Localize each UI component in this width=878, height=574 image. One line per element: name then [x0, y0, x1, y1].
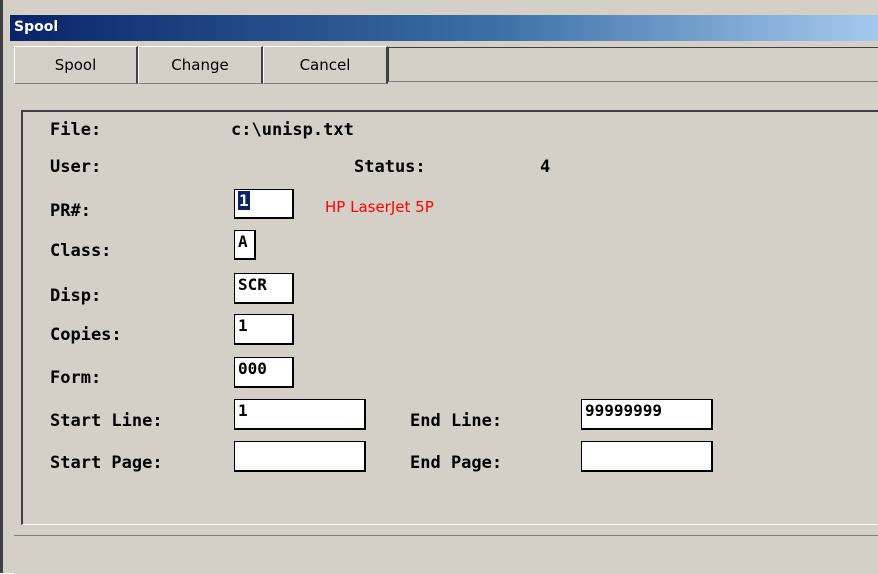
disp-label: Disp:: [50, 286, 102, 306]
window-title: Spool: [14, 19, 59, 35]
status-label: Status:: [354, 157, 426, 177]
disp-input[interactable]: SCR: [234, 273, 294, 304]
tab-spacer: [14, 84, 878, 110]
form-label: Form:: [50, 368, 102, 388]
copies-input[interactable]: 1: [234, 314, 294, 345]
tab-spool[interactable]: Spool: [14, 46, 138, 84]
pr-label: PR#:: [50, 201, 91, 221]
tab-bar: Spool Change Cancel: [14, 46, 878, 84]
tab-change[interactable]: Change: [138, 46, 263, 84]
pr-value: 1: [238, 191, 250, 210]
title-bar[interactable]: Spool: [10, 15, 878, 41]
file-value: c:\unisp.txt: [231, 120, 354, 140]
start-line-label: Start Line:: [50, 411, 163, 431]
start-page-input[interactable]: [234, 441, 366, 472]
spool-window: Spool Spool Change Cancel File: c:\unisp…: [0, 0, 878, 574]
class-label: Class:: [50, 241, 112, 261]
end-line-label: End Line:: [410, 411, 503, 431]
tab-bar-filler: [388, 47, 878, 82]
status-bar: [14, 535, 878, 574]
end-line-input[interactable]: 99999999: [581, 399, 713, 430]
form-input[interactable]: 000: [234, 357, 294, 388]
tab-cancel[interactable]: Cancel: [263, 46, 388, 84]
file-label: File:: [50, 120, 102, 140]
class-input[interactable]: A: [234, 230, 256, 260]
start-line-input[interactable]: 1: [234, 399, 366, 430]
printer-name: HP LaserJet 5P: [325, 198, 434, 216]
start-page-label: Start Page:: [50, 453, 163, 473]
user-label: User:: [50, 157, 102, 177]
copies-label: Copies:: [50, 325, 122, 345]
status-value: 4: [540, 157, 551, 177]
end-page-input[interactable]: [581, 441, 713, 472]
pr-input[interactable]: 1: [234, 189, 294, 219]
end-page-label: End Page:: [410, 453, 503, 473]
